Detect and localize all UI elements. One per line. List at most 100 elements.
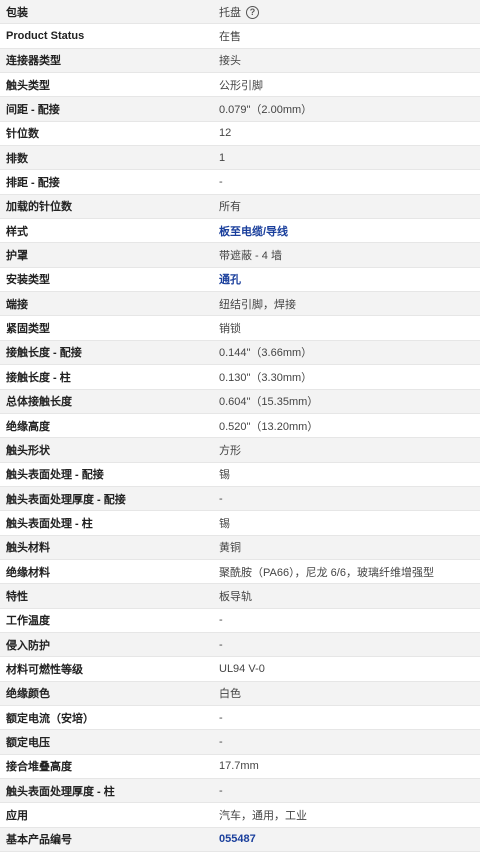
attribute-label: 额定电压 [0, 729, 213, 755]
help-icon[interactable]: ? [246, 6, 259, 20]
attribute-value: 0.130"（3.30mm） [213, 364, 480, 390]
attribute-value-link[interactable]: 板至电缆/导线 [213, 218, 480, 244]
table-row: 触头表面处理 - 配接锡 [0, 462, 480, 487]
attribute-value: 在售 [213, 23, 480, 49]
attribute-value: 所有 [213, 194, 480, 220]
table-row: 工作温度 - [0, 608, 480, 633]
table-row: 基本产品编号 055487 [0, 827, 480, 852]
table-row: 紧固类型 销锁 [0, 315, 480, 341]
table-row: 侵入防护 - [0, 632, 480, 658]
attribute-value: - [213, 705, 480, 731]
attribute-value: 带遮蔽 - 4 墙 [213, 242, 480, 268]
attribute-value: - [213, 632, 480, 658]
attribute-label: Product Status [0, 23, 213, 49]
attribute-value: 聚酰胺（PA66），尼龙 6/6，玻璃纤维增强型 [213, 559, 480, 585]
attribute-value: - [213, 169, 480, 195]
table-row: 触头表面处理厚度 - 配接 - [0, 486, 480, 512]
attribute-label: 触头形状 [0, 437, 213, 463]
attribute-label: 总体接触长度 [0, 389, 213, 414]
attribute-value: - [213, 486, 480, 512]
attribute-label: 触头类型 [0, 72, 213, 98]
attribute-value: 接头 [213, 48, 480, 74]
attribute-value: 黄铜 [213, 535, 480, 560]
attribute-label: 特性 [0, 583, 213, 609]
table-row: 加载的针位数 所有 [0, 194, 480, 220]
attribute-label: 接触长度 - 柱 [0, 364, 213, 390]
table-row: 绝缘颜色 白色 [0, 681, 480, 706]
attribute-value-link[interactable]: 通孔 [213, 267, 480, 293]
table-row: 接合堆叠高度 17.7mm [0, 754, 480, 780]
attribute-value: - [213, 608, 480, 633]
attribute-value: 锡 [213, 510, 480, 536]
table-row: 额定电流（安培） - [0, 705, 480, 731]
table-row: 额定电压 - [0, 729, 480, 755]
attribute-value: 12 [213, 121, 480, 147]
table-row: 端接 纽结引脚，焊接 [0, 291, 480, 317]
attribute-value: 0.079"（2.00mm） [213, 96, 480, 122]
attribute-label: 排距 - 配接 [0, 169, 213, 195]
attribute-value: 1 [213, 145, 480, 171]
attribute-value: 17.7mm [213, 754, 480, 780]
attribute-label: 绝缘材料 [0, 559, 213, 585]
table-row: 绝缘高度 0.520"（13.20mm） [0, 413, 480, 439]
table-row: 间距 - 配接 0.079"（2.00mm） [0, 96, 480, 122]
table-row: 排距 - 配接 - [0, 169, 480, 195]
attribute-value: 0.520"（13.20mm） [213, 413, 480, 439]
attribute-label: 额定电流（安培） [0, 705, 213, 731]
attribute-label: 端接 [0, 291, 213, 317]
table-row: 样式 板至电缆/导线 [0, 218, 480, 244]
attribute-label: 针位数 [0, 121, 213, 147]
attribute-label: 紧固类型 [0, 315, 213, 341]
attribute-label: 绝缘高度 [0, 413, 213, 439]
table-row: 触头材料 黄铜 [0, 535, 480, 560]
table-row: 触头表面处理厚度 - 柱- [0, 778, 480, 804]
attribute-value: 托盘? [213, 0, 480, 25]
attribute-value: 0.144"（3.66mm） [213, 340, 480, 366]
attribute-label: 排数 [0, 145, 213, 171]
attribute-value: 白色 [213, 681, 480, 706]
attribute-label: 护罩 [0, 242, 213, 268]
attribute-value: 公形引脚 [213, 72, 480, 98]
table-row: 材料可燃性等级 UL94 V-0 [0, 656, 480, 682]
attribute-label: 间距 - 配接 [0, 96, 213, 122]
table-row: 连接器类型 接头 [0, 48, 480, 74]
table-row: Product Status 在售 [0, 23, 480, 49]
table-row: 绝缘材料 聚酰胺（PA66），尼龙 6/6，玻璃纤维增强型 [0, 559, 480, 585]
attribute-value: 汽车，通用，工业 [213, 802, 480, 828]
table-row: 接触长度 - 配接 0.144"（3.66mm） [0, 340, 480, 366]
attribute-label: 触头材料 [0, 535, 213, 560]
packaging-value: 托盘 [219, 6, 241, 19]
attribute-label: 侵入防护 [0, 632, 213, 658]
table-row: 应用 汽车，通用，工业 [0, 802, 480, 828]
attribute-label: 触头表面处理厚度 - 配接 [0, 486, 213, 512]
attribute-value: 0.604"（15.35mm） [213, 389, 480, 414]
attribute-label: 绝缘颜色 [0, 681, 213, 706]
attribute-label: 连接器类型 [0, 48, 213, 74]
attribute-label: 接合堆叠高度 [0, 754, 213, 780]
attribute-value: 方形 [213, 437, 480, 463]
attribute-label: 加载的针位数 [0, 194, 213, 220]
attribute-label: 材料可燃性等级 [0, 656, 213, 682]
attribute-value-link[interactable]: 055487 [213, 827, 480, 852]
table-row: 安装类型 通孔 [0, 267, 480, 293]
attribute-label: 安装类型 [0, 267, 213, 293]
attribute-label: 工作温度 [0, 608, 213, 633]
table-row: 触头类型 公形引脚 [0, 72, 480, 98]
table-row: 特性 板导轨 [0, 583, 480, 609]
attribute-value: 纽结引脚，焊接 [213, 291, 480, 317]
attribute-value: 销锁 [213, 315, 480, 341]
attribute-label: 触头表面处理 - 柱 [0, 510, 213, 536]
table-row: 排数 1 [0, 145, 480, 171]
table-row: 包装 托盘? [0, 0, 480, 25]
table-row: 触头形状 方形 [0, 437, 480, 463]
attribute-label: 触头表面处理 - 配接 [0, 462, 213, 487]
attribute-label: 包装 [0, 0, 213, 25]
table-row: 总体接触长度 0.604"（15.35mm） [0, 389, 480, 414]
table-row: 针位数 12 [0, 121, 480, 147]
table-row: 护罩 带遮蔽 - 4 墙 [0, 242, 480, 268]
table-row: 接触长度 - 柱 0.130"（3.30mm） [0, 364, 480, 390]
attribute-value: 板导轨 [213, 583, 480, 609]
product-attributes-table: 包装 托盘? Product Status 在售 连接器类型 接头 触头类型 公形引脚 间距… [0, 0, 480, 852]
attribute-label: 样式 [0, 218, 213, 244]
attribute-label: 基本产品编号 [0, 827, 213, 852]
